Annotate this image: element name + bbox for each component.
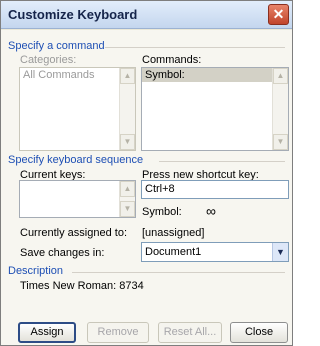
dialog-title: Customize Keyboard bbox=[8, 7, 138, 22]
currently-assigned-label: Currently assigned to: bbox=[20, 227, 127, 239]
commands-list[interactable]: Symbol: ▲ ▼ bbox=[141, 67, 289, 151]
scroll-up-icon[interactable]: ▲ bbox=[273, 68, 288, 84]
categories-scrollbar[interactable]: ▲ ▼ bbox=[119, 68, 135, 150]
currently-assigned-value: [unassigned] bbox=[142, 227, 205, 239]
scroll-up-icon[interactable]: ▲ bbox=[120, 181, 135, 197]
categories-list[interactable]: All Commands ▲ ▼ bbox=[19, 67, 136, 151]
current-keys-scrollbar[interactable]: ▲ ▼ bbox=[119, 181, 135, 217]
customize-keyboard-dialog: Customize Keyboard ✕ Specify a command C… bbox=[0, 0, 293, 346]
save-changes-value: Document1 bbox=[145, 246, 202, 258]
categories-label: Categories: bbox=[20, 54, 77, 66]
list-item[interactable]: All Commands bbox=[20, 68, 135, 82]
section-divider bbox=[159, 161, 285, 162]
reset-all-button[interactable]: Reset All... bbox=[158, 322, 222, 343]
section-description: Description bbox=[8, 265, 64, 277]
current-keys-list[interactable]: ▲ ▼ bbox=[19, 180, 136, 218]
close-button[interactable]: Close bbox=[230, 322, 288, 343]
section-divider bbox=[72, 272, 285, 273]
section-keyboard-sequence: Specify keyboard sequence bbox=[8, 154, 144, 166]
title-bar: Customize Keyboard ✕ bbox=[1, 1, 292, 29]
commands-scrollbar[interactable]: ▲ ▼ bbox=[272, 68, 288, 150]
commands-label: Commands: bbox=[142, 54, 202, 66]
shortcut-key-input[interactable]: Ctrl+8 bbox=[141, 180, 289, 199]
assign-button[interactable]: Assign bbox=[18, 322, 76, 343]
dialog-body: Specify a command Categories: All Comman… bbox=[1, 30, 292, 345]
scroll-down-icon[interactable]: ▼ bbox=[273, 134, 288, 150]
save-changes-select[interactable]: Document1 ▼ bbox=[141, 242, 289, 262]
list-item[interactable]: Symbol: bbox=[142, 68, 272, 82]
close-icon: ✕ bbox=[272, 6, 285, 22]
section-divider bbox=[105, 47, 285, 48]
close-window-button[interactable]: ✕ bbox=[268, 4, 289, 25]
shortcut-key-value: Ctrl+8 bbox=[145, 183, 175, 195]
section-specify-command: Specify a command bbox=[8, 40, 105, 52]
chevron-down-icon[interactable]: ▼ bbox=[272, 243, 288, 261]
scroll-down-icon[interactable]: ▼ bbox=[120, 134, 135, 150]
scroll-down-icon[interactable]: ▼ bbox=[120, 201, 135, 217]
save-changes-label: Save changes in: bbox=[20, 247, 105, 259]
scroll-up-icon[interactable]: ▲ bbox=[120, 68, 135, 84]
symbol-preview: ∞ bbox=[206, 203, 216, 219]
description-text: Times New Roman: 8734 bbox=[20, 280, 144, 292]
symbol-label: Symbol: bbox=[142, 206, 182, 218]
remove-button[interactable]: Remove bbox=[87, 322, 149, 343]
